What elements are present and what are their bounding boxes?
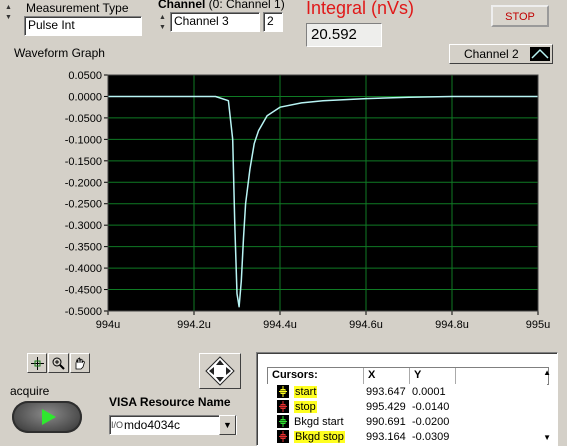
cursor-bkgd-start-icon[interactable] [277, 415, 289, 428]
pan-hand-tool-icon[interactable] [69, 353, 90, 373]
y-tick-label: -0.3000 [65, 220, 102, 232]
y-tick-label: -0.2000 [65, 177, 102, 189]
acquire-label: acquire [10, 384, 50, 398]
cursor-scroll-up-icon[interactable]: ▲ [543, 368, 551, 377]
zoom-tool-icon[interactable] [48, 353, 69, 373]
y-tick-label: 0.0000 [68, 91, 102, 103]
cursor-x: 990.691 [366, 415, 406, 428]
spin-down-icon[interactable]: ▼ [159, 24, 166, 32]
y-tick-label: -0.1500 [65, 156, 102, 168]
visa-resource-value: mdo4034c [124, 418, 181, 432]
spin-down-icon[interactable]: ▼ [5, 14, 12, 22]
legend-line-swatch-icon[interactable] [530, 47, 550, 61]
spin-up-icon[interactable]: ▲ [159, 14, 166, 22]
waveform-graph[interactable]: 0.0500 0.0000 -0.0500 -0.1000 -0.1500 -0.2000… [0, 60, 567, 340]
x-tick-label: 994.6u [349, 319, 383, 331]
cursor-x: 995.429 [366, 400, 406, 413]
channel-index-field[interactable]: 2 [263, 12, 283, 32]
dropdown-arrow-icon[interactable]: ▼ [219, 415, 236, 435]
x-tick-label: 994.8u [435, 319, 469, 331]
crosshair-cursor-tool-icon[interactable] [27, 353, 48, 373]
y-tick-label: 0.0500 [68, 70, 102, 82]
cursor-name: start [294, 385, 318, 398]
graph-title: Waveform Graph [14, 46, 105, 60]
play-arrow-icon [42, 409, 56, 425]
cursor-stop-icon[interactable] [277, 400, 289, 413]
cursor-row-stop[interactable]: stop 995.429 -0.0140 [267, 399, 547, 414]
cursor-scroll-down-icon[interactable]: ▼ [543, 433, 551, 442]
cursor-start-icon[interactable] [277, 385, 289, 398]
cursor-x: 993.647 [366, 385, 406, 398]
stop-button[interactable]: STOP [491, 5, 549, 27]
integral-label: Integral (nVs) [306, 0, 415, 18]
cursors-title: Cursors: [268, 368, 364, 384]
cursor-rows: start 993.647 0.0001 stop 995.429 -0.014… [267, 384, 547, 444]
y-tick-label: -0.5000 [65, 306, 102, 318]
channel-label: Channel (0: Channel 1) [158, 0, 285, 11]
waveform-graph-svg: 0.0500 0.0000 -0.0500 -0.1000 -0.1500 -0.2000… [65, 70, 551, 331]
cursor-row-bkgd-start[interactable]: Bkgd start 990.691 -0.0200 [267, 414, 547, 429]
x-tick-label: 994u [96, 319, 120, 331]
measurement-type-label: Measurement Type [26, 1, 129, 15]
cursor-name: Bkgd stop [294, 430, 345, 443]
visa-io-icon: I/O [110, 420, 123, 430]
graph-pan-pad[interactable] [199, 353, 241, 389]
cursor-table-header: Cursors: X Y [267, 367, 549, 385]
cursor-bkgd-stop-icon[interactable] [277, 430, 289, 443]
cursor-name: Bkgd start [294, 415, 344, 428]
spin-up-icon[interactable]: ▲ [5, 4, 12, 12]
measurement-type-field[interactable]: Pulse Int [24, 16, 142, 36]
cursor-y: -0.0200 [412, 415, 450, 428]
pan-diamond-icon [205, 356, 235, 386]
y-tick-label: -0.0500 [65, 113, 102, 125]
cursor-column-x: X [364, 368, 410, 384]
cursor-name: stop [294, 400, 317, 413]
cursor-row-start[interactable]: start 993.647 0.0001 [267, 384, 547, 399]
cursor-y: 0.0001 [412, 385, 446, 398]
cursor-column-y: Y [410, 368, 456, 384]
channel-spinner[interactable]: ▲ ▼ [158, 14, 167, 32]
channel-label-bold: Channel [158, 0, 206, 11]
legend-label: Channel 2 [464, 47, 519, 61]
channel-field[interactable]: Channel 3 [170, 12, 260, 32]
y-tick-label: -0.4000 [65, 263, 102, 275]
integral-value: 20.592 [306, 23, 382, 47]
x-tick-label: 994.4u [263, 319, 297, 331]
x-tick-label: 995u [526, 319, 550, 331]
visa-resource-select[interactable]: I/O mdo4034c ▼ [109, 415, 237, 435]
y-tick-label: -0.1000 [65, 134, 102, 146]
cursor-y: -0.0140 [412, 400, 450, 413]
y-tick-label: -0.3500 [65, 242, 102, 254]
y-tick-label: -0.2500 [65, 199, 102, 211]
visa-resource-label: VISA Resource Name [109, 395, 231, 409]
y-tick-label: -0.4500 [65, 285, 102, 297]
cursor-x: 993.164 [366, 430, 406, 443]
plot-area [108, 75, 538, 311]
cursor-row-bkgd-stop[interactable]: Bkgd stop 993.164 -0.0309 [267, 429, 547, 444]
channel-label-suffix: (0: Channel 1) [205, 0, 285, 11]
x-tick-label: 994.2u [177, 319, 211, 331]
cursor-legend-panel[interactable]: Cursors: X Y ▲ start 993.647 0.0001 stop… [256, 352, 558, 446]
acquire-button[interactable] [12, 401, 82, 433]
measurement-type-spinner[interactable]: ▲ ▼ [4, 4, 13, 22]
graph-tool-palette [27, 353, 91, 373]
cursor-y: -0.0309 [412, 430, 450, 443]
